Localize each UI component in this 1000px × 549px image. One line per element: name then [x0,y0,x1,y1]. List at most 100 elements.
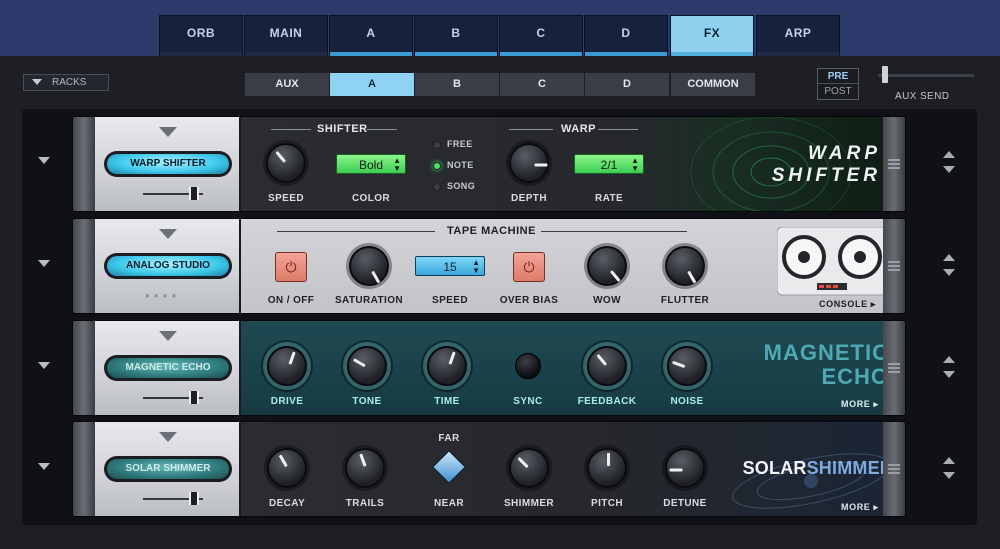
pre-post-toggle[interactable]: PRE POST [817,68,859,100]
sync-note-option[interactable]: NOTE [433,160,474,170]
section-line [367,129,397,130]
drag-handle-icon[interactable] [888,464,900,476]
rack-rail [883,219,905,313]
time-knob[interactable] [427,346,467,386]
preset-menu-icon[interactable] [159,229,177,239]
tab-orb[interactable]: ORB [159,15,243,56]
module-power-pill[interactable]: SOLAR SHIMMER [104,456,232,482]
near-far-toggle[interactable] [432,450,466,484]
subtab-aux[interactable]: AUX [245,73,329,96]
sync-song-option[interactable]: SONG [433,181,475,191]
subtab-c[interactable]: C [500,73,584,96]
move-up-icon[interactable] [943,254,955,261]
tab-arp[interactable]: ARP [756,15,840,56]
detune-knob[interactable] [665,448,705,488]
speed-label: SPEED [268,193,304,204]
module-plate: SOLAR SHIMMER [95,422,241,516]
decay-knob[interactable] [267,448,307,488]
move-up-icon[interactable] [943,457,955,464]
module-power-pill[interactable]: MAGNETIC ECHO [104,355,232,381]
tab-c[interactable]: C [499,15,583,56]
expand-slot-1-icon[interactable] [38,157,50,164]
move-down-icon[interactable] [943,371,955,378]
post-option[interactable]: POST [818,84,858,99]
stepper-arrows-icon[interactable]: ▲ ▼ [472,259,480,275]
expand-slot-4-icon[interactable] [38,463,50,470]
time-label: TIME [434,396,460,407]
reorder-slot-1[interactable] [943,151,955,173]
tab-fx[interactable]: FX [670,15,754,56]
logo-line: MAGNETIC [763,340,889,365]
move-down-icon[interactable] [943,269,955,276]
preset-menu-icon[interactable] [159,432,177,442]
drive-knob[interactable] [267,346,307,386]
onoff-power-button[interactable]: ⏻ [275,252,307,282]
mix-fader[interactable] [143,492,203,505]
radio-label: FREE [447,139,473,149]
move-down-icon[interactable] [943,166,955,173]
radio-label: NOTE [447,160,474,170]
mix-fader[interactable] [143,187,203,200]
pitch-knob[interactable] [587,448,627,488]
subtab-a[interactable]: A [330,73,414,96]
noise-knob[interactable] [667,346,707,386]
tone-knob[interactable] [347,346,387,386]
subtab-d[interactable]: D [585,73,669,96]
rack-rail [73,117,95,211]
saturation-knob[interactable] [349,246,389,286]
expand-slot-3-icon[interactable] [38,362,50,369]
sync-button[interactable] [515,353,541,379]
mix-fader-thumb[interactable] [189,492,199,505]
subtab-common[interactable]: COMMON [671,73,755,96]
racks-dropdown[interactable]: RACKS [23,74,109,91]
tab-b[interactable]: B [414,15,498,56]
more-link[interactable]: MORE ▸ [841,502,879,513]
mix-fader-thumb[interactable] [189,187,199,200]
trails-knob[interactable] [345,448,385,488]
aux-send-slider[interactable] [878,74,974,77]
logo-word: SHIMMER [806,458,893,478]
tab-a[interactable]: A [329,15,413,56]
drag-handle-icon[interactable] [888,363,900,375]
drag-handle-icon[interactable] [888,261,900,273]
tab-d[interactable]: D [584,15,668,56]
subtab-b[interactable]: B [415,73,499,96]
shimmer-label: SHIMMER [503,498,555,509]
tape-speed-selector[interactable]: 15 ▲ ▼ [415,256,485,276]
drag-handle-icon[interactable] [888,159,900,171]
depth-knob[interactable] [509,143,549,183]
depth-label: DEPTH [511,193,547,204]
flutter-knob[interactable] [665,246,705,286]
wow-knob[interactable] [587,246,627,286]
sync-free-option[interactable]: FREE [433,139,473,149]
reorder-slot-4[interactable] [943,457,955,479]
solar-shimmer-logo: SOLARSHIMMER [727,458,893,479]
move-up-icon[interactable] [943,151,955,158]
move-up-icon[interactable] [943,356,955,363]
feedback-knob[interactable] [587,346,627,386]
tab-main[interactable]: MAIN [244,15,328,56]
mix-fader-thumb[interactable] [189,391,199,404]
pre-option[interactable]: PRE [818,69,858,84]
stepper-arrows-icon[interactable]: ▲ ▼ [393,157,401,173]
preset-menu-icon[interactable] [159,127,177,137]
color-value: Bold [358,158,384,172]
color-selector[interactable]: Bold ▲ ▼ [336,154,406,174]
expand-slot-2-icon[interactable] [38,260,50,267]
speed-knob[interactable] [266,143,306,183]
reorder-slot-3[interactable] [943,356,955,378]
more-link[interactable]: MORE ▸ [841,399,879,410]
preset-menu-icon[interactable] [159,331,177,341]
reorder-slot-2[interactable] [943,254,955,276]
aux-send-thumb[interactable] [882,66,888,83]
module-power-pill[interactable]: ANALOG STUDIO [104,253,232,279]
shimmer-knob[interactable] [509,448,549,488]
mix-fader[interactable] [143,391,203,404]
stepper-arrows-icon[interactable]: ▲ ▼ [631,157,639,173]
overbias-button[interactable]: ⏻ [513,252,545,282]
module-power-pill[interactable]: WARP SHIFTER [104,151,232,177]
move-down-icon[interactable] [943,472,955,479]
console-link[interactable]: CONSOLE ▸ [819,299,876,310]
rate-selector[interactable]: 2/1 ▲ ▼ [574,154,644,174]
detune-label: DETUNE [663,498,707,509]
